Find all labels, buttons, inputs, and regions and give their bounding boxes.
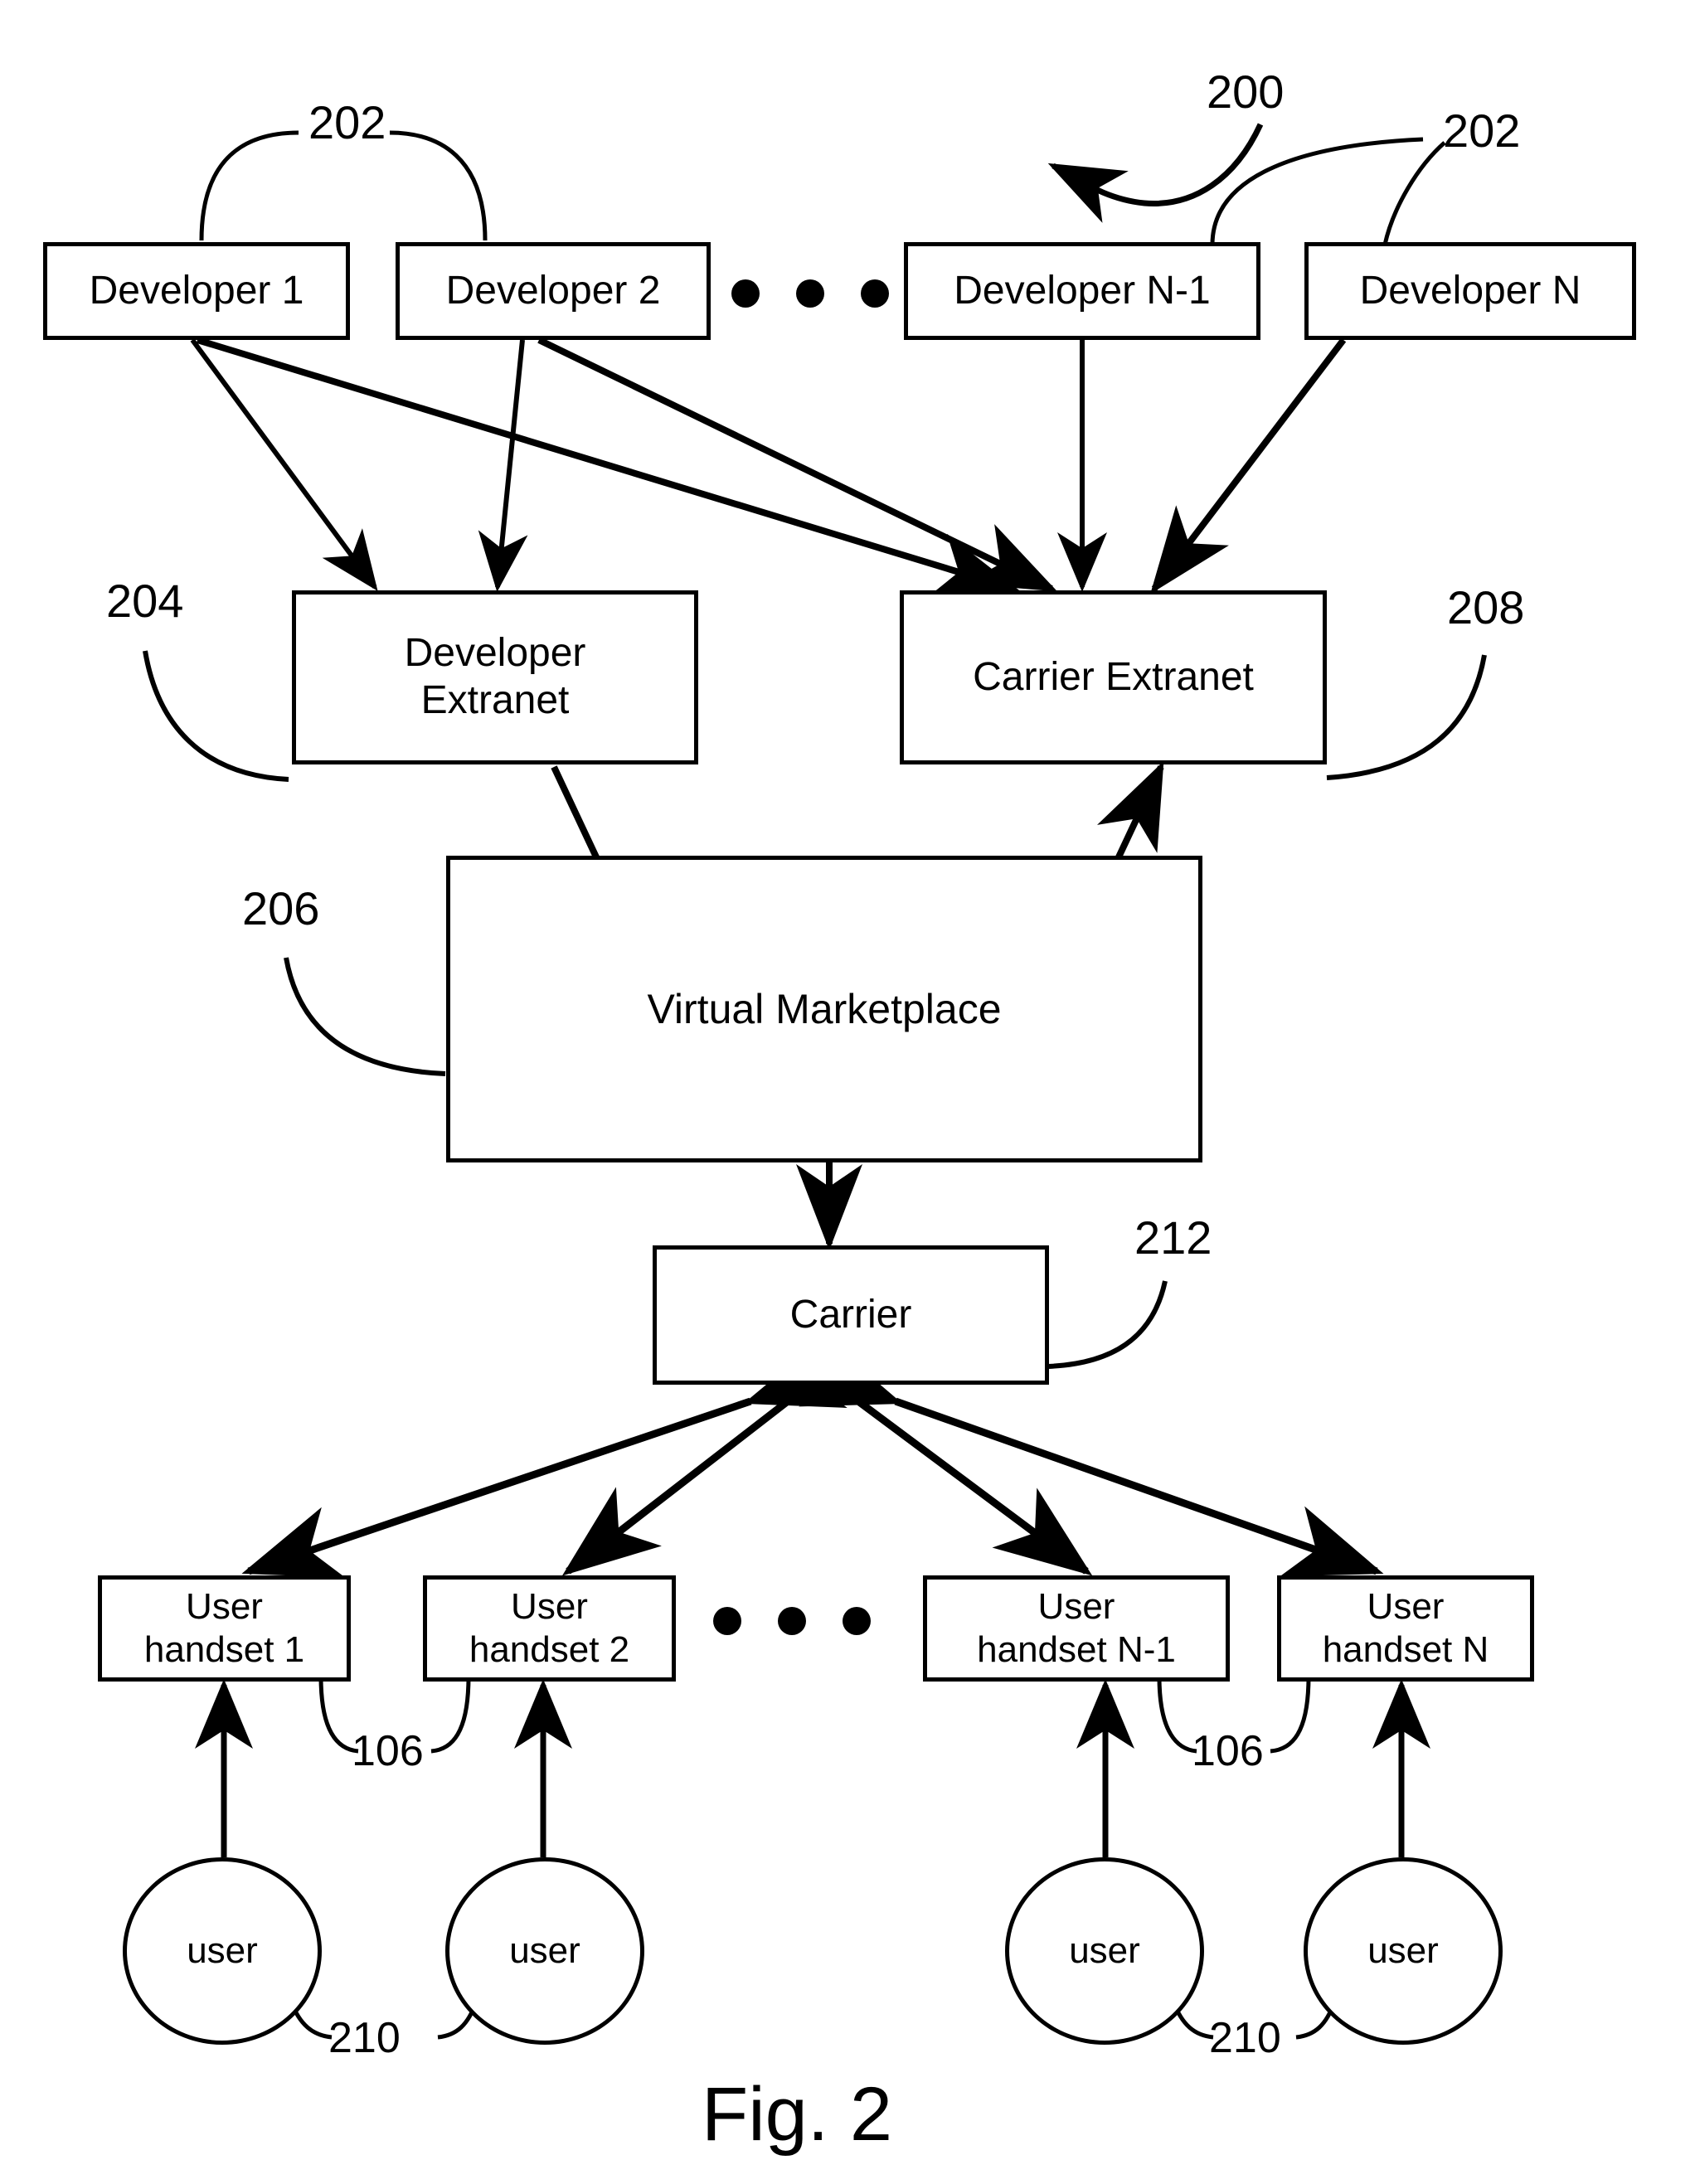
edge-dev1-to-devextranet <box>190 338 378 591</box>
node-user-3[interactable]: user <box>1005 1857 1204 2045</box>
node-user-handset-2-line2: handset 2 <box>469 1629 630 1670</box>
node-user-4-label: user <box>1367 1930 1439 1971</box>
leader-106-left-b <box>430 1676 471 1754</box>
leader-204 <box>143 650 289 782</box>
ref-numeral-106-right: 106 <box>1192 1727 1264 1775</box>
ellipsis-dot <box>713 1607 741 1635</box>
node-user-4[interactable]: user <box>1304 1857 1503 2045</box>
leader-202-left-b <box>389 130 488 241</box>
node-carrier-extranet-label: Carrier Extranet <box>973 654 1254 699</box>
patent-figure-page: Developer 1 Developer 2 Developer N-1 De… <box>0 0 1695 2184</box>
node-developer-1[interactable]: Developer 1 <box>43 242 350 340</box>
ref-numeral-208: 208 <box>1447 581 1525 633</box>
node-user-handset-n[interactable]: User handset N <box>1277 1575 1534 1682</box>
ref-numeral-210-left: 210 <box>328 2014 401 2062</box>
node-virtual-marketplace[interactable]: Virtual Marketplace <box>446 856 1202 1162</box>
node-developer-n[interactable]: Developer N <box>1304 242 1636 340</box>
node-user-2[interactable]: user <box>445 1857 644 2045</box>
ellipsis-dot <box>778 1607 806 1635</box>
node-user-handset-n-1-line2: handset N-1 <box>977 1629 1176 1670</box>
ellipsis-dot <box>731 279 760 308</box>
leader-202-right-b <box>1382 141 1446 245</box>
node-user-handset-n-1-line1: User <box>1037 1586 1115 1628</box>
ref-numeral-206: 206 <box>242 882 320 934</box>
leader-206 <box>284 957 446 1076</box>
node-user-2-label: user <box>509 1930 580 1971</box>
node-user-handset-n-line2: handset N <box>1322 1629 1489 1670</box>
node-developer-n-1-label: Developer N-1 <box>954 268 1211 313</box>
leader-202-left-a <box>199 130 299 241</box>
ref-numeral-204: 204 <box>106 575 184 627</box>
node-user-handset-1-line2: handset 1 <box>143 1629 305 1670</box>
ref-numeral-106-left: 106 <box>352 1727 424 1775</box>
node-developer-extranet[interactable]: Developer Extranet <box>292 590 698 764</box>
edge-dev2-to-devextranet <box>478 339 528 592</box>
ellipsis-dot <box>843 1607 871 1635</box>
ref-numeral-200: 200 <box>1207 66 1285 118</box>
node-developer-extranet-line1: Developer <box>404 631 586 676</box>
edge-dev1-to-carrierextranet <box>196 337 1020 598</box>
ellipsis-dot <box>796 279 824 308</box>
node-user-handset-n-line1: User <box>1367 1586 1445 1628</box>
ref-numeral-202-left: 202 <box>308 96 386 148</box>
leader-208 <box>1326 654 1487 780</box>
node-user-handset-1[interactable]: User handset 1 <box>98 1575 351 1682</box>
handsets-ellipsis <box>713 1607 871 1635</box>
developers-ellipsis <box>731 279 889 308</box>
node-carrier[interactable]: Carrier <box>653 1245 1049 1385</box>
node-user-handset-n-1[interactable]: User handset N-1 <box>923 1575 1230 1682</box>
node-developer-n-1[interactable]: Developer N-1 <box>904 242 1260 340</box>
node-developer-n-label: Developer N <box>1359 268 1581 313</box>
node-user-handset-2[interactable]: User handset 2 <box>423 1575 676 1682</box>
ref-numeral-212: 212 <box>1134 1211 1212 1264</box>
edge-devn-to-carrierextranet <box>1150 337 1347 595</box>
node-carrier-label: Carrier <box>789 1292 912 1337</box>
leader-106-right-b <box>1270 1676 1311 1754</box>
node-user-handset-2-line1: User <box>511 1586 588 1628</box>
figure-caption: Fig. 2 <box>702 2072 893 2157</box>
ref-numeral-210-right: 210 <box>1209 2014 1281 2062</box>
node-user-1[interactable]: user <box>123 1857 322 2045</box>
node-developer-2[interactable]: Developer 2 <box>396 242 711 340</box>
node-carrier-extranet[interactable]: Carrier Extranet <box>900 590 1327 764</box>
node-user-1-label: user <box>187 1930 258 1971</box>
ellipsis-dot <box>861 279 889 308</box>
node-developer-extranet-line2: Extranet <box>420 678 570 722</box>
leader-200-arrow <box>1047 123 1264 223</box>
node-user-3-label: user <box>1069 1930 1140 1971</box>
node-virtual-marketplace-label: Virtual Marketplace <box>647 985 1002 1032</box>
node-user-handset-1-line1: User <box>186 1586 263 1628</box>
ref-numeral-202-right: 202 <box>1443 104 1521 157</box>
leader-212 <box>1047 1280 1168 1369</box>
node-developer-2-label: Developer 2 <box>445 268 661 313</box>
node-developer-1-label: Developer 1 <box>89 268 304 313</box>
